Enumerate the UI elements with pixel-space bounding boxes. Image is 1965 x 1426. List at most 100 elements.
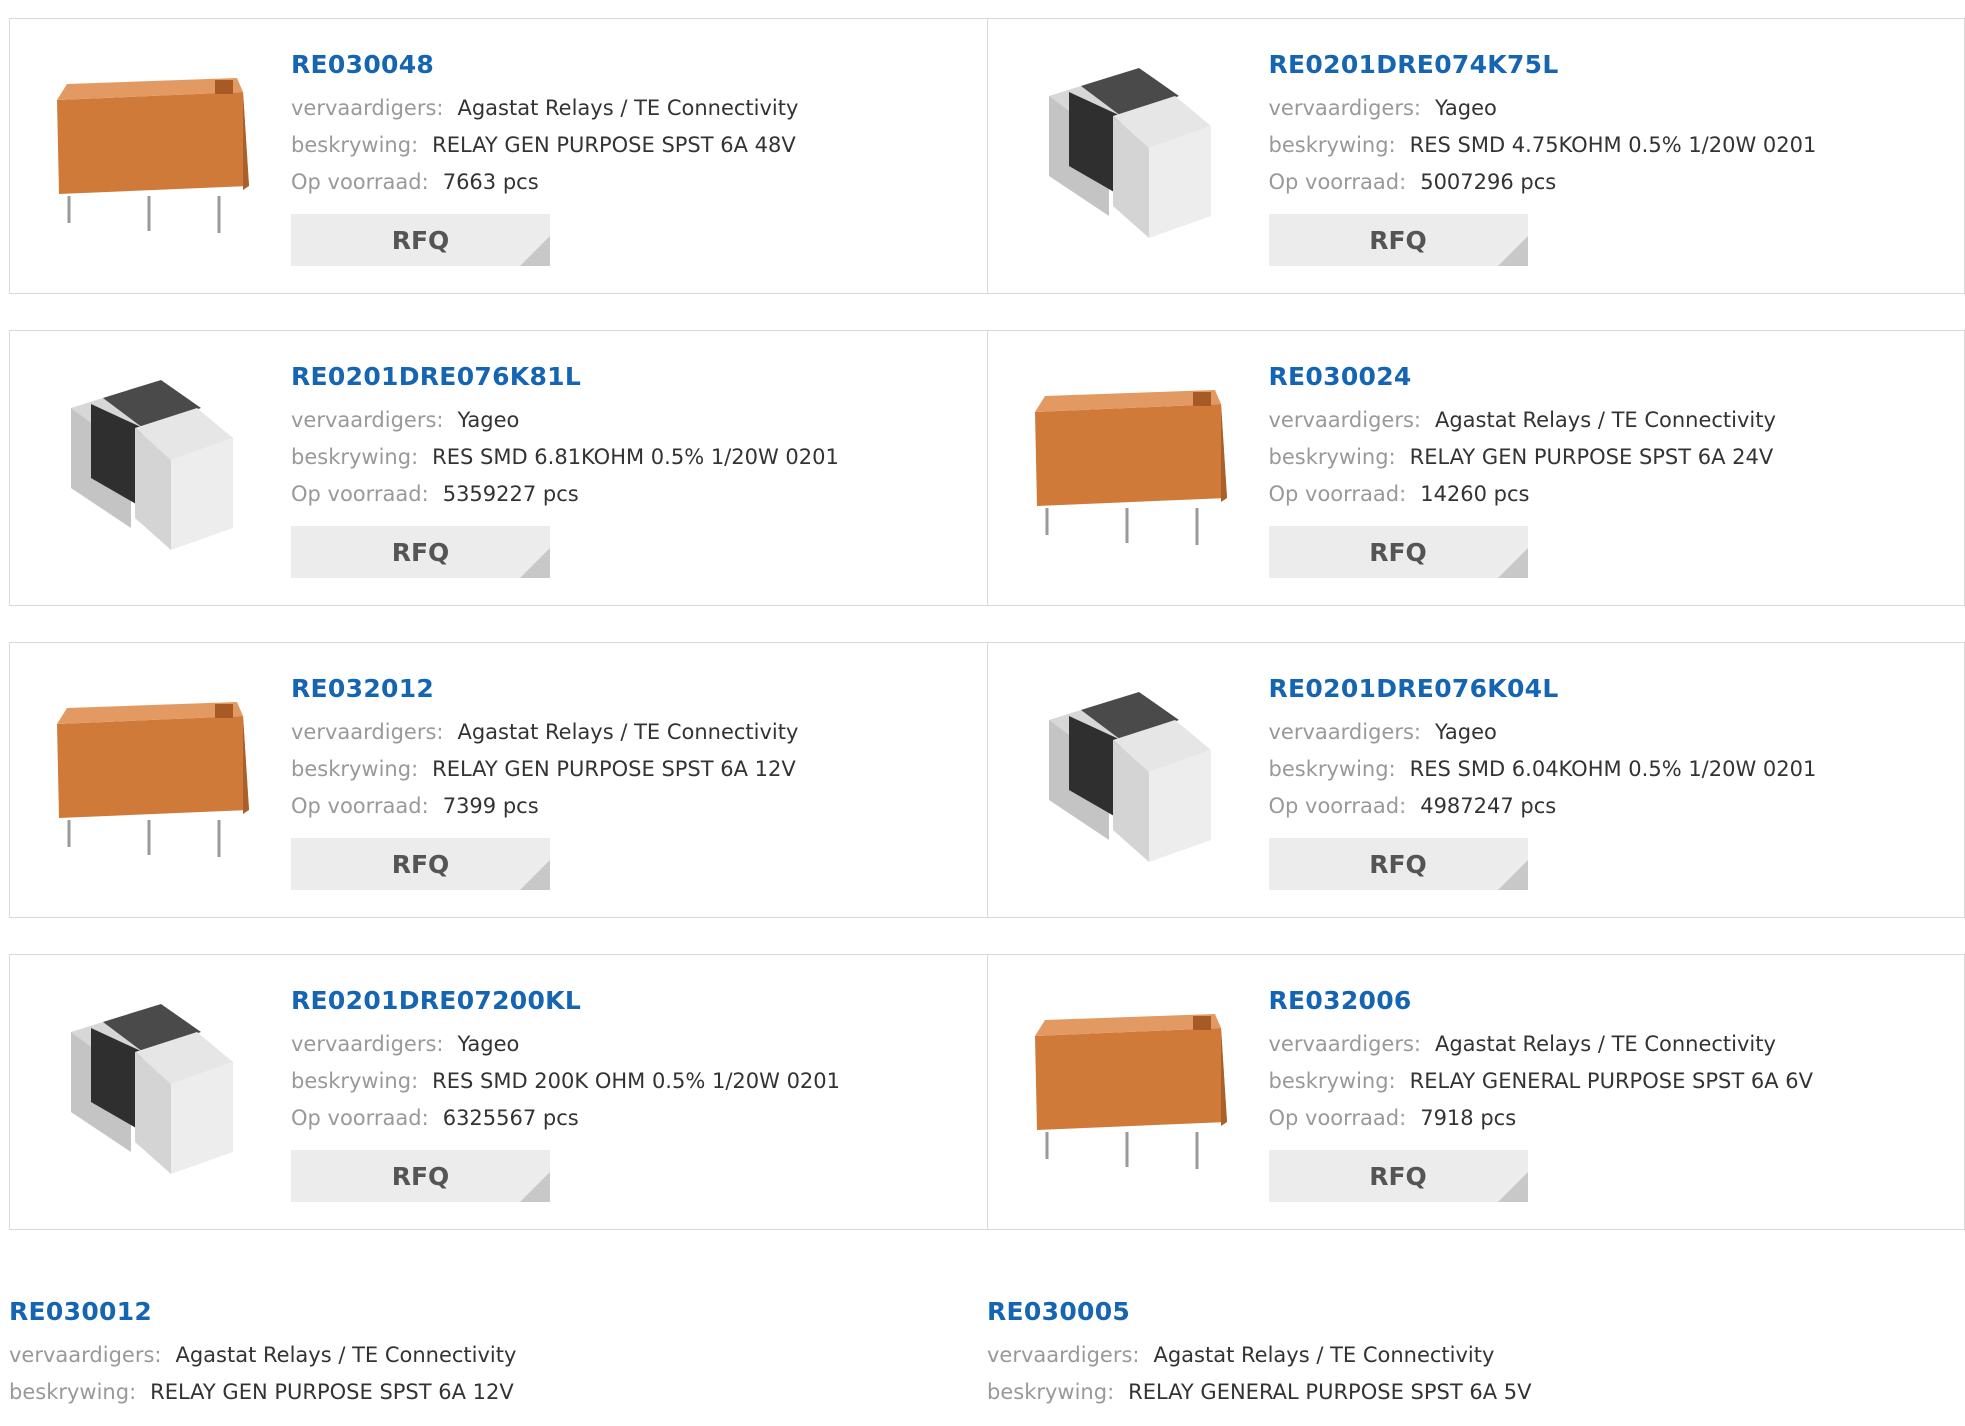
- rfq-button[interactable]: RFQ: [291, 526, 550, 578]
- manufacturer-value: Agastat Relays / TE Connectivity: [1434, 1032, 1776, 1056]
- manufacturer-label: vervaardigers:: [291, 1032, 444, 1056]
- description-label: beskrywing:: [1268, 445, 1396, 469]
- product-card: RE030024 vervaardigers: Agastat Relays / …: [986, 331, 1965, 605]
- description-label: beskrywing:: [291, 757, 419, 781]
- product-card: RE0201DRE076K81L vervaardigers: Yageo bes…: [10, 331, 987, 605]
- product-image[interactable]: [1029, 370, 1229, 570]
- corner-fold-icon: [1497, 860, 1528, 890]
- manufacturer-label: vervaardigers:: [291, 408, 444, 432]
- manufacturer-field: vervaardigers: Agastat Relays / TE Connec…: [1269, 1026, 1813, 1063]
- stock-value: 5007296 pcs: [1420, 170, 1557, 194]
- description-label: beskrywing:: [291, 445, 419, 469]
- product-card: RE032006 vervaardigers: Agastat Relays / …: [986, 955, 1965, 1229]
- part-number-link[interactable]: RE032012: [291, 673, 798, 705]
- stock-value: 7399 pcs: [442, 794, 539, 818]
- description-field: beskrywing: RELAY GEN PURPOSE SPST 6A 12V: [291, 751, 798, 788]
- product-image[interactable]: [51, 58, 251, 258]
- product-image[interactable]: [51, 370, 251, 570]
- rfq-button-label: RFQ: [391, 849, 450, 879]
- manufacturer-value: Agastat Relays / TE Connectivity: [1153, 1343, 1495, 1367]
- product-image[interactable]: [51, 682, 251, 882]
- description-field: beskrywing: RES SMD 6.81KOHM 0.5% 1/20W 0…: [291, 439, 839, 476]
- stock-field: Op voorraad: 6325567 pcs: [291, 1100, 840, 1137]
- manufacturer-value: Agastat Relays / TE Connectivity: [175, 1343, 517, 1367]
- part-number-link[interactable]: RE030024: [1269, 361, 1776, 393]
- part-number-link[interactable]: RE032006: [1269, 985, 1813, 1017]
- stock-value: 4987247 pcs: [1420, 794, 1557, 818]
- manufacturer-field: vervaardigers: Yageo: [1269, 714, 1817, 751]
- description-value: RES SMD 4.75KOHM 0.5% 1/20W 0201: [1409, 133, 1817, 157]
- description-value: RELAY GEN PURPOSE SPST 6A 12V: [150, 1380, 514, 1404]
- product-card: RE0201DRE076K04L vervaardigers: Yageo bes…: [986, 643, 1965, 917]
- rfq-button[interactable]: RFQ: [1268, 1150, 1528, 1202]
- part-number-link[interactable]: RE0201DRE076K81L: [291, 361, 839, 393]
- product-image[interactable]: [51, 994, 251, 1194]
- description-value: RES SMD 6.04KOHM 0.5% 1/20W 0201: [1409, 757, 1817, 781]
- relay-icon: [1029, 368, 1229, 572]
- stock-field: Op voorraad: 4987247 pcs: [1269, 788, 1817, 825]
- description-value: RES SMD 200K OHM 0.5% 1/20W 0201: [432, 1069, 841, 1093]
- product-row: RE030048 vervaardigers: Agastat Relays / …: [9, 18, 1965, 294]
- description-field: beskrywing: RELAY GEN PURPOSE SPST 6A 48V: [291, 127, 798, 164]
- manufacturer-value: Yageo: [1434, 96, 1497, 120]
- rfq-button[interactable]: RFQ: [291, 838, 550, 890]
- stock-field: Op voorraad: 7399 pcs: [291, 788, 798, 825]
- manufacturer-field: vervaardigers: Agastat Relays / TE Connec…: [1269, 402, 1776, 439]
- description-field: beskrywing: RELAY GENERAL PURPOSE SPST 6A…: [1269, 1063, 1813, 1100]
- relay-icon: [1029, 992, 1229, 1196]
- stock-label: Op voorraad:: [291, 1106, 429, 1130]
- part-number-link[interactable]: RE030005: [987, 1296, 1531, 1328]
- corner-fold-icon: [520, 236, 550, 266]
- manufacturer-value: Yageo: [1434, 720, 1497, 744]
- part-number-link[interactable]: RE0201DRE07200KL: [291, 985, 840, 1017]
- manufacturer-label: vervaardigers:: [291, 720, 444, 744]
- description-label: beskrywing:: [291, 1069, 419, 1093]
- stock-field: Op voorraad: 7918 pcs: [1269, 1100, 1813, 1137]
- description-label: beskrywing:: [987, 1380, 1115, 1404]
- manufacturer-label: vervaardigers:: [291, 96, 444, 120]
- stock-field: Op voorraad: 5359227 pcs: [291, 476, 839, 513]
- corner-fold-icon: [1497, 236, 1528, 266]
- description-label: beskrywing:: [1268, 1069, 1396, 1093]
- stock-label: Op voorraad:: [1268, 794, 1407, 818]
- product-row: RE0201DRE076K81L vervaardigers: Yageo bes…: [9, 330, 1965, 606]
- corner-fold-icon: [1497, 1172, 1528, 1202]
- product-image[interactable]: [1029, 682, 1229, 882]
- description-value: RELAY GENERAL PURPOSE SPST 6A 5V: [1128, 1380, 1532, 1404]
- product-image[interactable]: [1029, 58, 1229, 258]
- rfq-button[interactable]: RFQ: [1268, 214, 1528, 266]
- description-label: beskrywing:: [1268, 133, 1396, 157]
- manufacturer-value: Yageo: [457, 1032, 520, 1056]
- description-value: RELAY GEN PURPOSE SPST 6A 48V: [432, 133, 796, 157]
- corner-fold-icon: [520, 1172, 550, 1202]
- description-value: RES SMD 6.81KOHM 0.5% 1/20W 0201: [432, 445, 839, 469]
- manufacturer-field: vervaardigers: Yageo: [291, 402, 839, 439]
- stock-label: Op voorraad:: [291, 794, 429, 818]
- rfq-button-label: RFQ: [1369, 225, 1427, 255]
- rfq-button[interactable]: RFQ: [1268, 526, 1528, 578]
- product-card: RE0201DRE074K75L vervaardigers: Yageo bes…: [986, 19, 1965, 293]
- stock-value: 7918 pcs: [1420, 1106, 1517, 1130]
- manufacturer-field: vervaardigers: Yageo: [291, 1026, 840, 1063]
- part-number-link[interactable]: RE030048: [291, 49, 798, 81]
- part-number-link[interactable]: RE030012: [9, 1296, 516, 1328]
- rfq-button[interactable]: RFQ: [291, 214, 550, 266]
- description-label: beskrywing:: [9, 1380, 137, 1404]
- part-number-link[interactable]: RE0201DRE074K75L: [1269, 49, 1817, 81]
- stock-value: 5359227 pcs: [442, 482, 579, 506]
- manufacturer-value: Agastat Relays / TE Connectivity: [457, 96, 799, 120]
- part-number-link[interactable]: RE0201DRE076K04L: [1269, 673, 1817, 705]
- product-row: RE0201DRE07200KL vervaardigers: Yageo bes…: [9, 954, 1965, 1230]
- rfq-button-label: RFQ: [1369, 1161, 1427, 1191]
- stock-label: Op voorraad:: [1268, 1106, 1407, 1130]
- manufacturer-field: vervaardigers: Agastat Relays / TE Connec…: [291, 714, 798, 751]
- rfq-button[interactable]: RFQ: [291, 1150, 550, 1202]
- description-field: beskrywing: RELAY GEN PURPOSE SPST 6A 12V: [9, 1374, 516, 1411]
- manufacturer-value: Agastat Relays / TE Connectivity: [1434, 408, 1776, 432]
- stock-label: Op voorraad:: [291, 482, 429, 506]
- manufacturer-value: Agastat Relays / TE Connectivity: [457, 720, 799, 744]
- description-label: beskrywing:: [1268, 757, 1396, 781]
- product-image[interactable]: [1029, 994, 1229, 1194]
- rfq-button[interactable]: RFQ: [1268, 838, 1528, 890]
- rfq-button-label: RFQ: [1369, 849, 1427, 879]
